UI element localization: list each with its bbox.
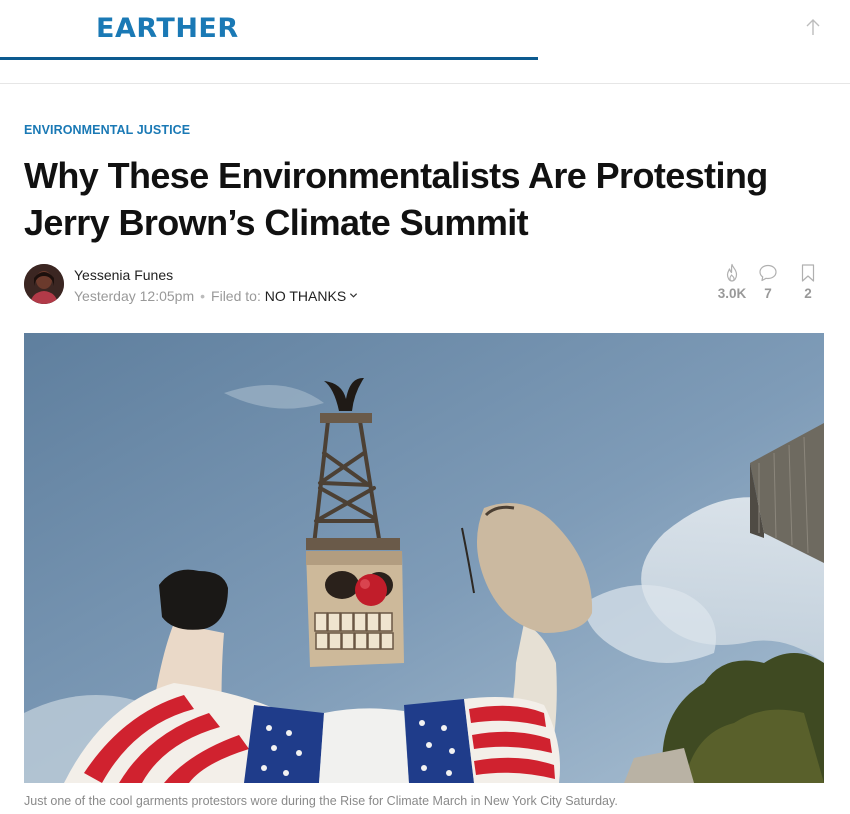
- meta-separator: •: [200, 288, 206, 304]
- protest-costume-photo: [24, 333, 824, 783]
- bookmark-button[interactable]: 2: [788, 263, 828, 301]
- filed-to-value: NO THANKS: [264, 288, 347, 304]
- kinja-button[interactable]: 3.0K: [712, 263, 752, 301]
- speech-bubble-icon: [759, 264, 777, 282]
- image-caption: Just one of the cool garments protestors…: [24, 794, 618, 808]
- filed-to-dropdown[interactable]: NO THANKS: [265, 288, 358, 304]
- flame-icon: [726, 263, 738, 282]
- site-header: EARTHER: [0, 0, 850, 60]
- timestamp-link[interactable]: Yesterday 12:05pm: [74, 288, 194, 304]
- chevron-down-icon: [350, 293, 358, 298]
- article-stats: 3.0K 7 2: [710, 263, 825, 307]
- bookmark-count: 2: [804, 286, 812, 301]
- comments-count: 7: [764, 286, 772, 301]
- site-logo[interactable]: EARTHER: [96, 13, 239, 44]
- comments-button[interactable]: 7: [748, 263, 788, 301]
- article-headline: Why These Environmentalists Are Protesti…: [24, 155, 768, 243]
- header-brand-bar: EARTHER: [0, 0, 538, 60]
- filed-to-label: Filed to:: [211, 288, 261, 304]
- hero-image[interactable]: [24, 333, 824, 783]
- category-link[interactable]: ENVIRONMENTAL JUSTICE: [24, 123, 190, 137]
- arrow-up-icon[interactable]: [804, 17, 822, 37]
- header-divider: [0, 83, 850, 84]
- kinja-count: 3.0K: [717, 286, 747, 301]
- article-meta: Yesterday 12:05pm • Filed to: NO THANKS: [74, 288, 358, 304]
- bookmark-icon: [801, 264, 815, 282]
- author-avatar[interactable]: [24, 264, 64, 304]
- author-name-link[interactable]: Yessenia Funes: [74, 267, 173, 283]
